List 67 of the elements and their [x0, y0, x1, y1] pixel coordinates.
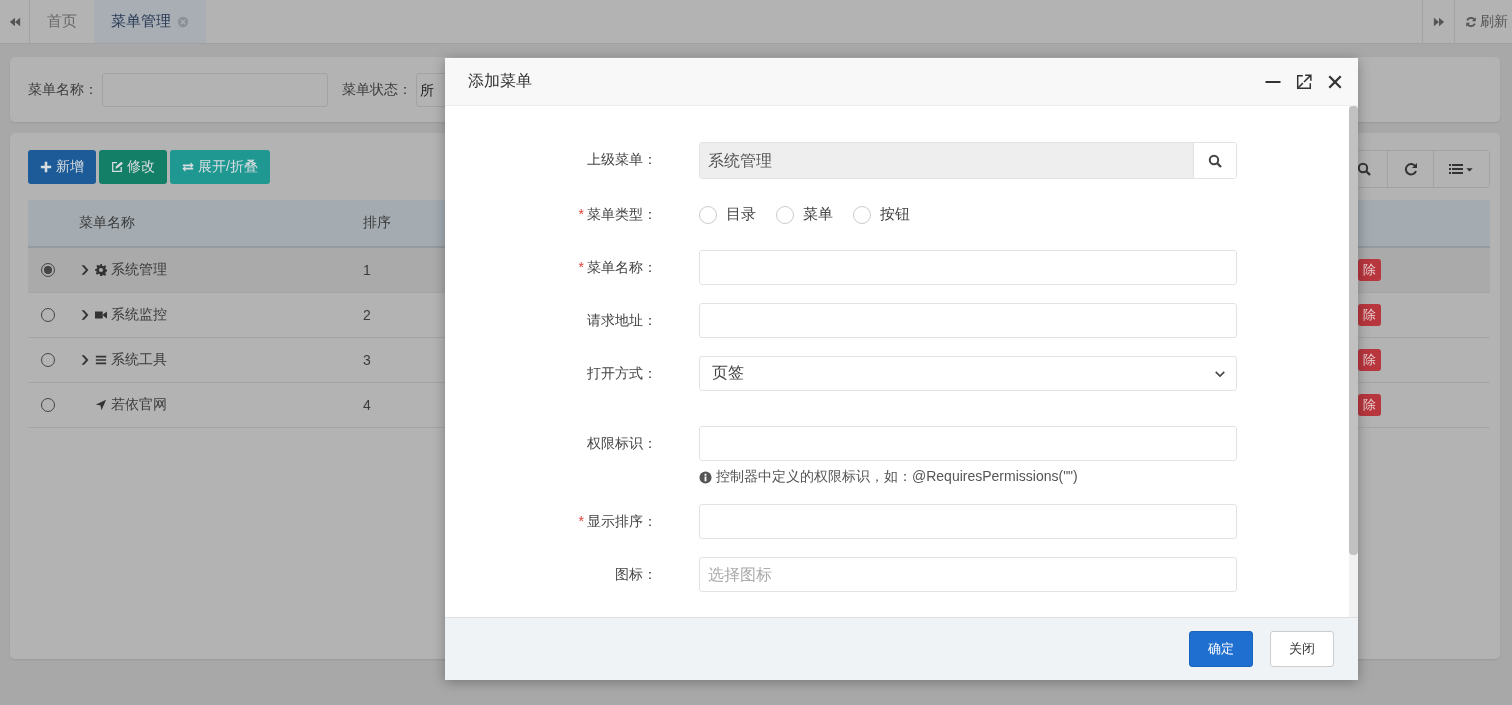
- page-tab[interactable]: 首页: [30, 0, 94, 43]
- form-label: 请求地址：: [587, 312, 657, 328]
- field-label: 菜单状态：: [342, 80, 412, 99]
- close-icon: [177, 15, 189, 28]
- close-icon: [1327, 73, 1343, 90]
- add-button[interactable]: 新增: [28, 150, 96, 184]
- info-icon: [699, 470, 712, 484]
- swap-arrows-icon: [182, 161, 194, 173]
- table-cell: 1: [363, 262, 371, 278]
- double-left-arrow-icon: [8, 15, 21, 28]
- open-mode-dropdown[interactable]: 页签: [699, 356, 1237, 391]
- form-label: 显示排序：: [587, 513, 657, 529]
- expand-collapse-button[interactable]: 展开/折叠: [170, 150, 270, 184]
- form-label: 菜单类型：: [587, 206, 657, 222]
- radio-label: 菜单: [803, 205, 833, 224]
- input-field[interactable]: [699, 303, 1237, 338]
- required-asterisk: *: [578, 259, 584, 275]
- required-asterisk: *: [578, 206, 584, 222]
- form-label: 上级菜单：: [587, 151, 657, 167]
- confirm-button[interactable]: 确定: [1189, 631, 1253, 667]
- input-field[interactable]: [699, 250, 1237, 285]
- help-text: 控制器中定义的权限标识，如：@RequiresPermissions(""): [716, 468, 1078, 486]
- table-cell: 系统管理: [111, 261, 167, 279]
- table-cell: 3: [363, 352, 371, 368]
- table-cell: 2: [363, 307, 371, 323]
- search-icon: [1357, 162, 1371, 176]
- columns-button[interactable]: [1433, 151, 1489, 187]
- radio-label: 按钮: [880, 205, 910, 224]
- edit-icon: [111, 161, 123, 173]
- refresh-icon: [1403, 162, 1418, 176]
- radio-label: 目录: [726, 205, 756, 224]
- form-label: 菜单名称：: [587, 259, 657, 275]
- location-arrow-icon: [95, 399, 107, 411]
- list-icon: [1449, 162, 1463, 176]
- delete-button[interactable]: 除: [1358, 259, 1381, 281]
- delete-button[interactable]: 除: [1358, 349, 1381, 371]
- table-cell: 4: [363, 397, 371, 413]
- dialog-title: 添加菜单: [468, 71, 532, 91]
- video-camera-icon: [95, 309, 107, 321]
- delete-button[interactable]: 除: [1358, 304, 1381, 326]
- edit-button[interactable]: 修改: [99, 150, 167, 184]
- bars-icon: [95, 354, 107, 366]
- double-right-arrow-icon: [1432, 15, 1445, 28]
- form-label: 权限标识：: [587, 435, 657, 451]
- column-header: 菜单名称: [78, 214, 136, 232]
- form-label: 打开方式：: [587, 365, 657, 381]
- plus-icon: [40, 161, 52, 173]
- refresh-icon: [1465, 15, 1477, 28]
- field-label: 菜单名称：: [28, 80, 98, 99]
- table-cell: 系统监控: [111, 306, 167, 324]
- maximize-button[interactable]: [1295, 72, 1313, 91]
- scrollbar[interactable]: [1349, 106, 1358, 617]
- minimize-icon: [1265, 80, 1281, 83]
- input-field[interactable]: 选择图标: [699, 557, 1237, 592]
- column-header: 排序: [362, 214, 392, 232]
- input-field[interactable]: [699, 426, 1237, 461]
- required-asterisk: *: [578, 513, 584, 529]
- close-button[interactable]: 关闭: [1270, 631, 1334, 667]
- gear-icon: [95, 264, 107, 276]
- delete-button[interactable]: 除: [1358, 394, 1381, 416]
- table-cell: 系统工具: [111, 351, 167, 369]
- form-label: 图标：: [615, 566, 657, 582]
- table-cell: 若依官网: [111, 396, 167, 414]
- page-tab[interactable]: 菜单管理: [94, 0, 206, 43]
- scroll-right-button[interactable]: [1422, 0, 1455, 43]
- maximize-icon: [1296, 73, 1312, 90]
- input-field[interactable]: [699, 504, 1237, 539]
